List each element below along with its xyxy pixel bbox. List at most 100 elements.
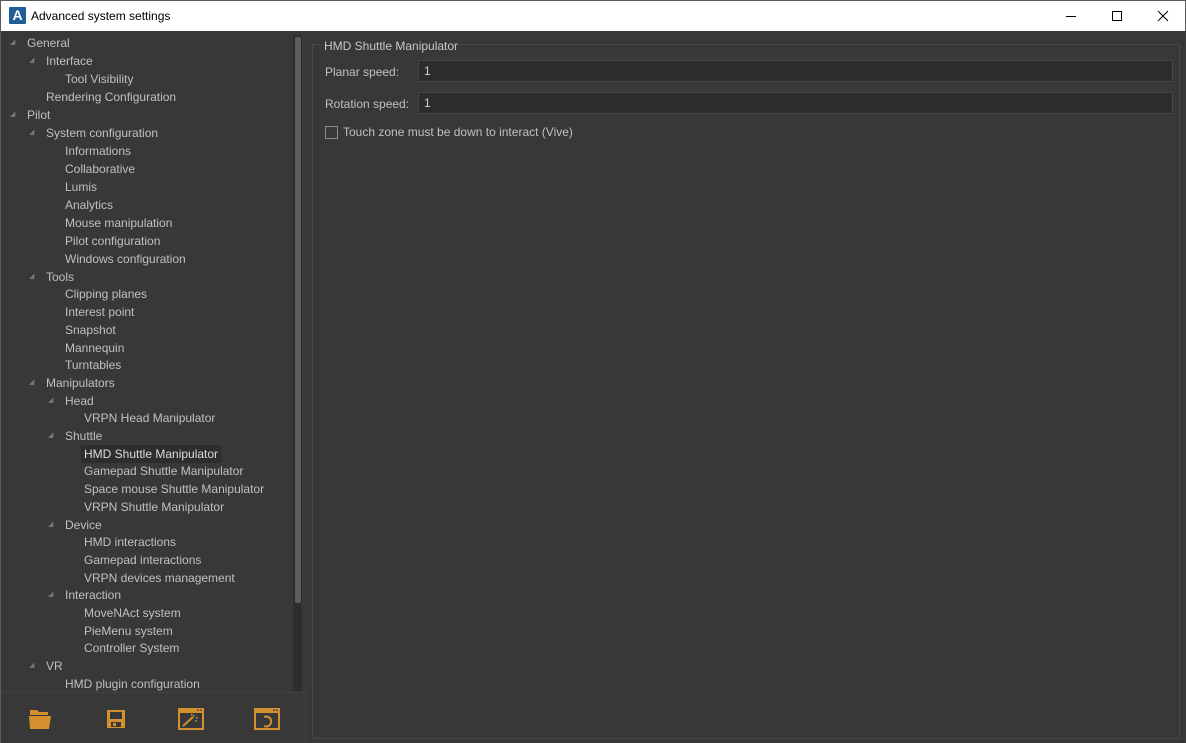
maximize-button[interactable]	[1094, 1, 1140, 31]
tree-item[interactable]: Controller System	[1, 639, 291, 657]
undo-window-icon	[254, 708, 280, 730]
tree-item-label: VRPN devices management	[84, 570, 235, 585]
tree-item-label: Snapshot	[65, 322, 116, 337]
reset-button[interactable]	[254, 706, 280, 732]
tree-item-label: Tool Visibility	[65, 72, 134, 86]
rotation-speed-label: Rotation speed:	[325, 97, 410, 111]
rotation-speed-input[interactable]	[418, 92, 1173, 114]
group-title: HMD Shuttle Manipulator	[323, 39, 460, 53]
tree-item[interactable]: Snapshot	[1, 321, 291, 339]
tree-item[interactable]: HMD Shuttle Manipulator	[1, 444, 291, 463]
tree-item[interactable]: MoveNAct system	[1, 604, 291, 622]
tree-item-label: Informations	[65, 144, 132, 158]
planar-speed-label: Planar speed:	[325, 65, 400, 79]
tree-item[interactable]: ◢ General	[1, 34, 291, 52]
tree-item-label: Lumis	[65, 180, 98, 194]
expand-arrow-icon[interactable]: ◢	[29, 124, 39, 142]
settings-tree[interactable]: ◢ General ◢ Interface Tool Visibility Renderi…	[1, 31, 306, 691]
expand-arrow-icon[interactable]: ◢	[10, 34, 20, 52]
tree-item[interactable]: Windows configuration	[1, 250, 291, 268]
tree-item[interactable]: HMD interactions	[1, 533, 291, 551]
close-button[interactable]	[1140, 1, 1186, 31]
touch-zone-checkbox[interactable]	[325, 125, 338, 139]
tree-item[interactable]: ◢ Pilot	[1, 106, 291, 124]
tree-item[interactable]: HMD plugin configuration	[1, 675, 291, 691]
tree-item[interactable]: Analytics	[1, 196, 291, 214]
tree-item-label: Gamepad interactions	[84, 552, 202, 567]
tree-item-label: System configuration	[46, 126, 159, 140]
tree-item-label: Interface	[46, 54, 93, 68]
touch-zone-checkbox-label[interactable]: Touch zone must be down to interact (Viv…	[343, 125, 573, 139]
tree-item[interactable]: ◢ Device	[1, 516, 291, 534]
tree-item-label: Mouse manipulation	[65, 216, 173, 230]
magic-wand-window-icon	[178, 708, 204, 730]
tree-item-label: Space mouse Shuttle Manipulator	[84, 482, 265, 497]
tree-item-label: Manipulators	[46, 375, 115, 390]
minimize-button[interactable]	[1048, 1, 1094, 31]
tree-item-label: Tools	[46, 269, 75, 284]
app-logo-letter: A	[12, 7, 23, 23]
tree-item[interactable]: Rendering Configuration	[1, 88, 291, 106]
tree-item[interactable]: Collaborative	[1, 160, 291, 178]
tree-item[interactable]: VRPN Head Manipulator	[1, 409, 291, 427]
expand-arrow-icon[interactable]: ◢	[48, 586, 58, 604]
tree-item-label: VR	[46, 659, 63, 674]
touch-zone-checkbox-row[interactable]: Touch zone must be down to interact (Viv…	[325, 124, 573, 140]
tree-item-label: HMD Shuttle Manipulator	[81, 444, 222, 463]
tree-item-label: MoveNAct system	[84, 606, 181, 620]
expand-arrow-icon[interactable]: ◢	[48, 392, 58, 410]
save-button[interactable]	[103, 706, 129, 732]
tree-item-label: Controller System	[84, 641, 180, 656]
tree-item[interactable]: ◢ Interface	[1, 52, 291, 70]
tree-item[interactable]: ◢ Shuttle	[1, 427, 291, 445]
tree-item[interactable]: Clipping planes	[1, 285, 291, 303]
tree-item-label: VRPN Shuttle Manipulator	[84, 499, 225, 514]
tree-item[interactable]: ◢ VR	[1, 657, 291, 675]
tree-item-label: Collaborative	[65, 162, 136, 176]
tree-item[interactable]: Interest point	[1, 303, 291, 321]
tree-scrollbar-thumb[interactable]	[295, 37, 301, 603]
expand-arrow-icon[interactable]: ◢	[29, 374, 39, 392]
tree-item[interactable]: ◢ System configuration	[1, 124, 291, 142]
tree-item[interactable]: Gamepad Shuttle Manipulator	[1, 462, 291, 480]
window-title: Advanced system settings	[31, 9, 171, 23]
apply-defaults-button[interactable]	[178, 706, 204, 732]
tree-item[interactable]: ◢ Head	[1, 392, 291, 410]
tree-item[interactable]: Mannequin	[1, 339, 291, 357]
tree-item[interactable]: Turntables	[1, 356, 291, 374]
expand-arrow-icon[interactable]: ◢	[48, 427, 58, 445]
tree-item-label: General	[27, 36, 70, 50]
tree-item-label: Turntables	[65, 358, 122, 373]
tree-item-label: Gamepad Shuttle Manipulator	[84, 464, 244, 479]
tree-item[interactable]: Tool Visibility	[1, 70, 291, 88]
tree-item-label: Windows configuration	[65, 252, 186, 266]
tree-item[interactable]: VRPN devices management	[1, 569, 291, 587]
tree-item[interactable]: Lumis	[1, 178, 291, 196]
tree-item[interactable]: ◢ Manipulators	[1, 374, 291, 392]
tree-item-label: VRPN Head Manipulator	[84, 411, 216, 426]
settings-panel: HMD Shuttle Manipulator Planar speed: Ro…	[310, 31, 1186, 743]
close-icon	[1157, 10, 1169, 22]
tree-item[interactable]: PieMenu system	[1, 622, 291, 640]
expand-arrow-icon[interactable]: ◢	[48, 516, 58, 534]
tree-item-label: Clipping planes	[65, 287, 148, 302]
expand-arrow-icon[interactable]: ◢	[29, 657, 39, 675]
planar-speed-input[interactable]	[418, 60, 1173, 82]
tree-item[interactable]: ◢ Tools	[1, 268, 291, 286]
open-folder-button[interactable]	[27, 706, 53, 732]
expand-arrow-icon[interactable]: ◢	[29, 268, 39, 286]
tree-item[interactable]: Gamepad interactions	[1, 551, 291, 569]
tree-item[interactable]: Mouse manipulation	[1, 214, 291, 232]
tree-item-label: Head	[65, 393, 94, 408]
expand-arrow-icon[interactable]: ◢	[10, 106, 20, 124]
tree-item-label: Pilot configuration	[65, 234, 161, 248]
tree-item[interactable]: Space mouse Shuttle Manipulator	[1, 480, 291, 498]
floppy-disk-icon	[107, 710, 125, 728]
tree-item[interactable]: VRPN Shuttle Manipulator	[1, 498, 291, 516]
tree-item[interactable]: Informations	[1, 142, 291, 160]
tree-toolbar	[1, 692, 306, 743]
expand-arrow-icon[interactable]: ◢	[29, 52, 39, 70]
tree-item[interactable]: Pilot configuration	[1, 232, 291, 250]
tree-item[interactable]: ◢ Interaction	[1, 586, 291, 604]
maximize-icon	[1112, 11, 1122, 21]
